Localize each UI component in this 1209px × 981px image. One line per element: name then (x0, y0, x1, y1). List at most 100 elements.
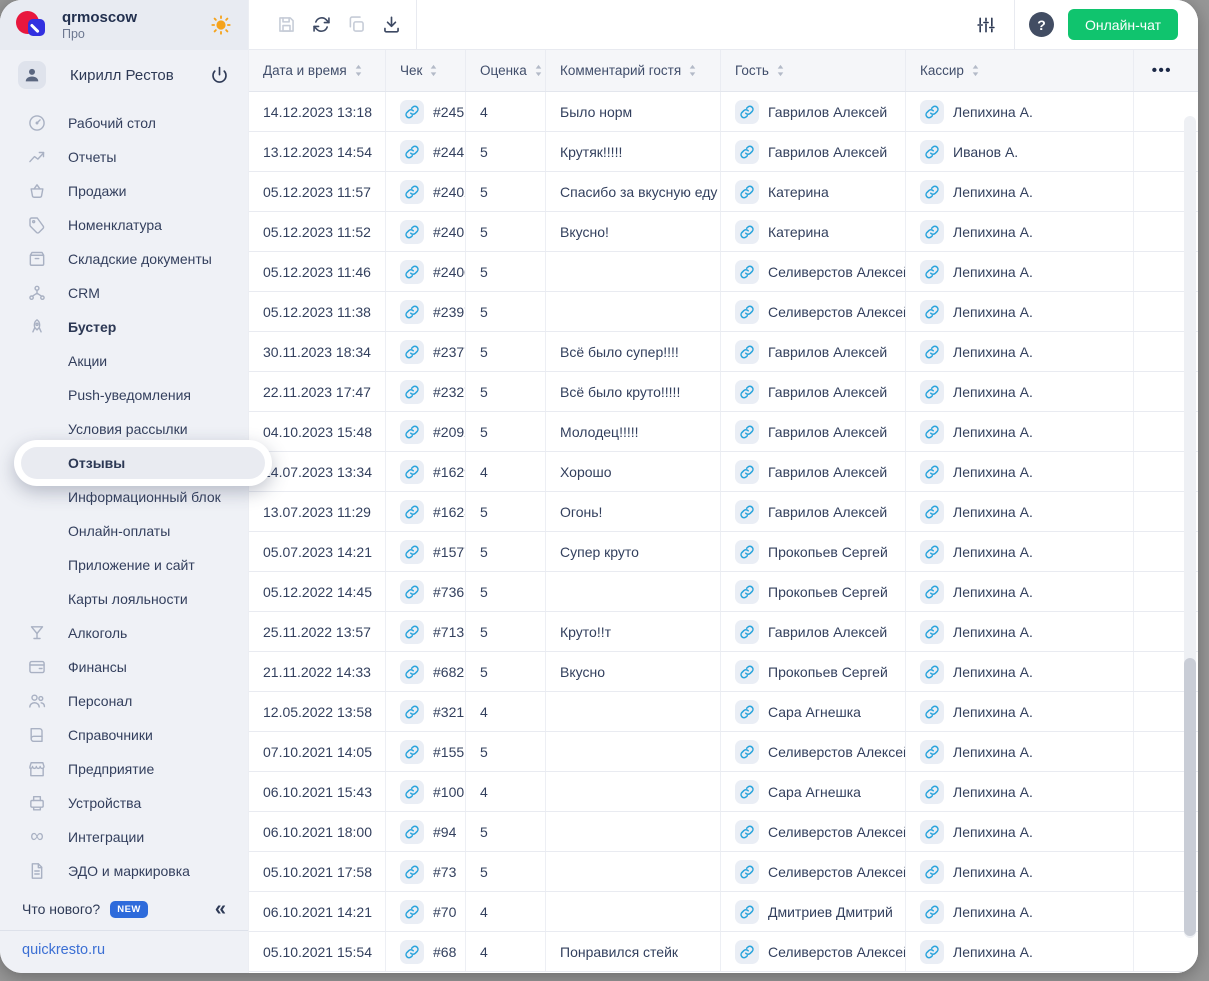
link-icon[interactable] (400, 860, 424, 884)
link-icon[interactable] (400, 780, 424, 804)
sidebar-item-finance[interactable]: Финансы (0, 650, 248, 684)
vertical-scrollbar[interactable] (1184, 116, 1196, 938)
link-icon[interactable] (735, 300, 759, 324)
link-icon[interactable] (735, 100, 759, 124)
sidebar-item-integrations[interactable]: ∞Интеграции (0, 820, 248, 854)
sidebar-item-nomenclature[interactable]: Номенклатура (0, 208, 248, 242)
link-icon[interactable] (735, 260, 759, 284)
column-header-datetime[interactable]: Дата и время (249, 50, 386, 91)
link-icon[interactable] (735, 620, 759, 644)
link-icon[interactable] (400, 740, 424, 764)
collapse-sidebar-button[interactable]: « (215, 898, 226, 921)
link-icon[interactable] (920, 420, 944, 444)
link-icon[interactable] (920, 260, 944, 284)
link-icon[interactable] (735, 140, 759, 164)
link-icon[interactable] (920, 740, 944, 764)
link-icon[interactable] (920, 820, 944, 844)
link-icon[interactable] (400, 900, 424, 924)
save-button[interactable] (276, 14, 297, 35)
link-icon[interactable] (735, 220, 759, 244)
link-icon[interactable] (920, 180, 944, 204)
link-icon[interactable] (735, 420, 759, 444)
link-icon[interactable] (920, 780, 944, 804)
column-header-check[interactable]: Чек (386, 50, 466, 91)
link-icon[interactable] (920, 940, 944, 964)
sidebar-item-app-and-site[interactable]: Приложение и сайт (0, 548, 248, 582)
link-icon[interactable] (735, 780, 759, 804)
scrollbar-thumb[interactable] (1184, 658, 1196, 936)
sidebar-item-promotions[interactable]: Акции (0, 344, 248, 378)
download-button[interactable] (381, 14, 402, 35)
link-icon[interactable] (920, 340, 944, 364)
sidebar-item-reviews[interactable]: Отзывы (14, 440, 272, 486)
sidebar-item-booster[interactable]: Бустер (0, 310, 248, 344)
sidebar-item-dashboard[interactable]: Рабочий стол (0, 106, 248, 140)
link-icon[interactable] (400, 140, 424, 164)
link-icon[interactable] (735, 900, 759, 924)
link-icon[interactable] (400, 660, 424, 684)
column-header-guest[interactable]: Гость (721, 50, 906, 91)
link-icon[interactable] (735, 500, 759, 524)
link-icon[interactable] (400, 380, 424, 404)
sidebar-item-enterprise[interactable]: Предприятие (0, 752, 248, 786)
sidebar-item-devices[interactable]: Устройства (0, 786, 248, 820)
link-icon[interactable] (400, 460, 424, 484)
sidebar-item-sales[interactable]: Продажи (0, 174, 248, 208)
theme-toggle-button[interactable] (210, 14, 232, 36)
link-icon[interactable] (400, 940, 424, 964)
sidebar-item-directories[interactable]: Справочники (0, 718, 248, 752)
link-icon[interactable] (920, 540, 944, 564)
link-icon[interactable] (735, 860, 759, 884)
link-icon[interactable] (735, 340, 759, 364)
link-icon[interactable] (735, 660, 759, 684)
refresh-button[interactable] (311, 14, 332, 35)
link-icon[interactable] (400, 540, 424, 564)
link-icon[interactable] (920, 860, 944, 884)
link-icon[interactable] (400, 180, 424, 204)
link-icon[interactable] (735, 460, 759, 484)
link-icon[interactable] (735, 940, 759, 964)
help-button[interactable]: ? (1029, 12, 1054, 37)
link-icon[interactable] (920, 100, 944, 124)
user-row[interactable]: Кирилл Рестов (0, 50, 248, 100)
link-icon[interactable] (920, 700, 944, 724)
link-icon[interactable] (735, 580, 759, 604)
column-header-cashier[interactable]: Кассир (906, 50, 1134, 91)
sidebar-item-online-payments[interactable]: Онлайн-оплаты (0, 514, 248, 548)
link-icon[interactable] (920, 500, 944, 524)
link-icon[interactable] (735, 540, 759, 564)
link-icon[interactable] (400, 340, 424, 364)
link-icon[interactable] (400, 620, 424, 644)
copy-button[interactable] (346, 14, 367, 35)
link-icon[interactable] (735, 180, 759, 204)
online-chat-button[interactable]: Онлайн-чат (1068, 9, 1178, 40)
table-settings-button[interactable] (976, 15, 996, 35)
link-icon[interactable] (920, 300, 944, 324)
sidebar-item-edo[interactable]: ЭДО и маркировка (0, 854, 248, 888)
link-icon[interactable] (920, 220, 944, 244)
column-header-comment[interactable]: Комментарий гостя (546, 50, 721, 91)
sidebar-item-crm[interactable]: CRM (0, 276, 248, 310)
sidebar-item-warehouse-docs[interactable]: Складские документы (0, 242, 248, 276)
link-icon[interactable] (920, 580, 944, 604)
column-settings-button[interactable]: ••• (1152, 62, 1172, 79)
link-icon[interactable] (400, 820, 424, 844)
sidebar-item-alcohol[interactable]: Алкоголь (0, 616, 248, 650)
link-icon[interactable] (735, 740, 759, 764)
sidebar-item-loyalty-cards[interactable]: Карты лояльности (0, 582, 248, 616)
link-icon[interactable] (735, 700, 759, 724)
whats-new-link[interactable]: Что нового? (22, 901, 100, 917)
sidebar-item-push-notifications[interactable]: Push-уведомления (0, 378, 248, 412)
link-icon[interactable] (400, 420, 424, 444)
link-icon[interactable] (400, 220, 424, 244)
link-icon[interactable] (920, 900, 944, 924)
sidebar-item-reports[interactable]: Отчеты (0, 140, 248, 174)
link-icon[interactable] (400, 500, 424, 524)
link-icon[interactable] (400, 580, 424, 604)
link-icon[interactable] (400, 260, 424, 284)
link-icon[interactable] (920, 460, 944, 484)
link-icon[interactable] (735, 380, 759, 404)
logout-button[interactable] (209, 65, 230, 86)
link-icon[interactable] (920, 140, 944, 164)
link-icon[interactable] (735, 820, 759, 844)
